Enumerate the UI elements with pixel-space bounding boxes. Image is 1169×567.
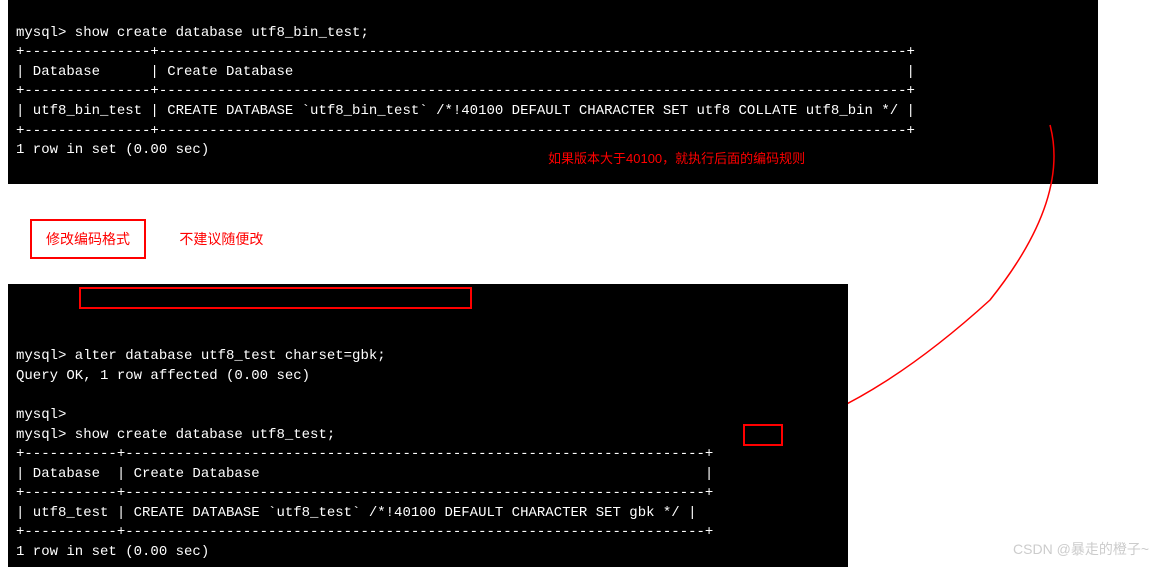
table-header: | Database | Create Database | — [16, 466, 713, 482]
table-separator: +---------------+-----------------------… — [16, 83, 915, 99]
table-separator: +-----------+---------------------------… — [16, 485, 713, 501]
terminal-output-1: mysql> show create database utf8_bin_tes… — [8, 0, 1098, 184]
highlight-alter-command — [79, 287, 472, 309]
result-footer: 1 row in set (0.00 sec) — [16, 544, 209, 560]
table-separator: +---------------+-----------------------… — [16, 123, 915, 139]
mysql-prompt-empty: mysql> — [16, 407, 66, 423]
label-modify-encoding: 修改编码格式 — [30, 219, 146, 259]
query-ok-line: Query OK, 1 row affected (0.00 sec) — [16, 368, 310, 384]
annotation-section: 修改编码格式 不建议随便改 — [0, 199, 1169, 269]
watermark: CSDN @暴走的橙子~ — [1013, 539, 1149, 559]
terminal-output-2: mysql> alter database utf8_test charset=… — [8, 284, 848, 566]
table-row: | utf8_test | CREATE DATABASE `utf8_test… — [16, 505, 697, 521]
highlight-gbk — [743, 424, 783, 446]
mysql-prompt-line: mysql> show create database utf8_bin_tes… — [16, 25, 369, 41]
table-header: | Database | Create Database | — [16, 64, 915, 80]
table-separator: +---------------+-----------------------… — [16, 44, 915, 60]
label-warning: 不建议随便改 — [179, 229, 263, 249]
table-separator: +-----------+---------------------------… — [16, 524, 713, 540]
mysql-alter-line: mysql> alter database utf8_test charset=… — [16, 348, 386, 364]
result-footer: 1 row in set (0.00 sec) — [16, 142, 209, 158]
table-row: | utf8_bin_test | CREATE DATABASE `utf8_… — [16, 103, 915, 119]
table-separator: +-----------+---------------------------… — [16, 446, 713, 462]
mysql-show-line: mysql> show create database utf8_test; — [16, 427, 335, 443]
annotation-version: 如果版本大于40100，就执行后面的编码规则 — [548, 150, 805, 168]
